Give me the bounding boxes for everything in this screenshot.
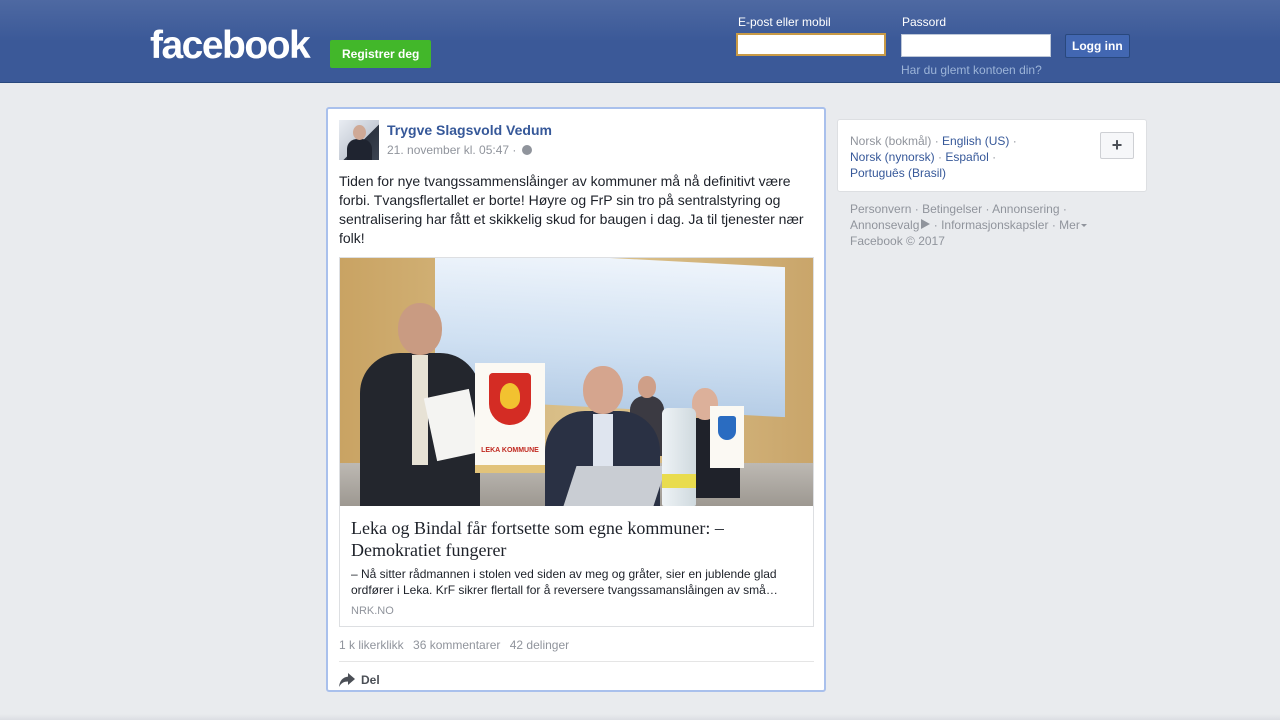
language-nynorsk[interactable]: Norsk (nynorsk) [850, 150, 935, 164]
lang-separator: · [992, 150, 997, 164]
footer-cookies[interactable]: Informasjonskapsler [941, 218, 1048, 232]
lang-separator: · [934, 134, 939, 148]
divider [339, 661, 814, 662]
author-avatar[interactable] [339, 120, 379, 160]
lang-separator: · [938, 150, 943, 164]
link-source: NRK.NO [351, 605, 394, 617]
share-button[interactable]: Del [339, 670, 380, 690]
more-languages-button[interactable]: + [1100, 132, 1134, 159]
plus-icon: + [1111, 135, 1123, 155]
adchoices-icon [921, 219, 931, 229]
likes-count[interactable]: 1 k likerklikk [339, 638, 404, 652]
current-language: Norsk (bokmål) [850, 134, 932, 148]
footer-adchoices[interactable]: Annonsevalg [850, 218, 919, 232]
share-label: Del [361, 673, 380, 687]
email-field[interactable] [736, 33, 886, 56]
post-text: Tiden for nye tvangssammenslåinger av ko… [339, 173, 804, 246]
post-card: Trygve Slagsvold Vedum 21. november kl. … [326, 107, 826, 692]
language-selector: Norsk (bokmål) · English (US) · Norsk (n… [837, 119, 1147, 192]
globe-icon [521, 145, 532, 155]
shares-count[interactable]: 42 delinger [510, 638, 569, 652]
link-preview-image[interactable]: LEKA KOMMUNE [340, 258, 813, 506]
email-label: E-post eller mobil [738, 15, 831, 29]
footer-more[interactable]: Mer [1059, 218, 1080, 232]
language-espanol[interactable]: Español [945, 150, 988, 164]
meta-separator: · [512, 143, 517, 157]
top-bar: facebook Registrer deg E-post eller mobi… [0, 0, 1280, 83]
footer-privacy[interactable]: Personvern [850, 202, 911, 216]
post-meta: 21. november kl. 05:47 · [387, 143, 532, 157]
footer-terms[interactable]: Betingelser [922, 202, 982, 216]
facebook-logo[interactable]: facebook [150, 26, 311, 66]
caret-down-icon [1080, 224, 1087, 227]
lang-separator: · [1012, 134, 1017, 148]
language-portugues[interactable]: Português (Brasil) [850, 166, 946, 180]
post-timestamp[interactable]: 21. november kl. 05:47 [387, 143, 509, 157]
share-arrow-icon [339, 673, 355, 687]
password-field[interactable] [901, 34, 1051, 57]
footer-advertising[interactable]: Annonsering [992, 202, 1059, 216]
bottom-shade [0, 714, 1280, 720]
post-author-link[interactable]: Trygve Slagsvold Vedum [387, 122, 552, 138]
link-preview[interactable]: LEKA KOMMUNE Leka og Bindal får fortsett… [339, 257, 814, 627]
footer-links: Personvern · Betingelser · Annonsering ·… [850, 201, 1140, 249]
password-label: Passord [902, 15, 947, 29]
login-button[interactable]: Logg inn [1065, 34, 1130, 58]
comments-count[interactable]: 36 kommentarer [413, 638, 500, 652]
forgot-account-link[interactable]: Har du glemt kontoen din? [901, 63, 1042, 77]
post-stats: 1 k likerklikk 36 kommentarer 42 delinge… [339, 638, 575, 652]
register-button[interactable]: Registrer deg [330, 40, 432, 68]
banner-text: LEKA KOMMUNE [481, 447, 539, 454]
link-title[interactable]: Leka og Bindal får fortsette som egne ko… [351, 517, 791, 561]
footer-copyright: Facebook © 2017 [850, 234, 945, 248]
language-english[interactable]: English (US) [942, 134, 1009, 148]
link-description: – Nå sitter rådmannen i stolen ved siden… [351, 567, 778, 597]
